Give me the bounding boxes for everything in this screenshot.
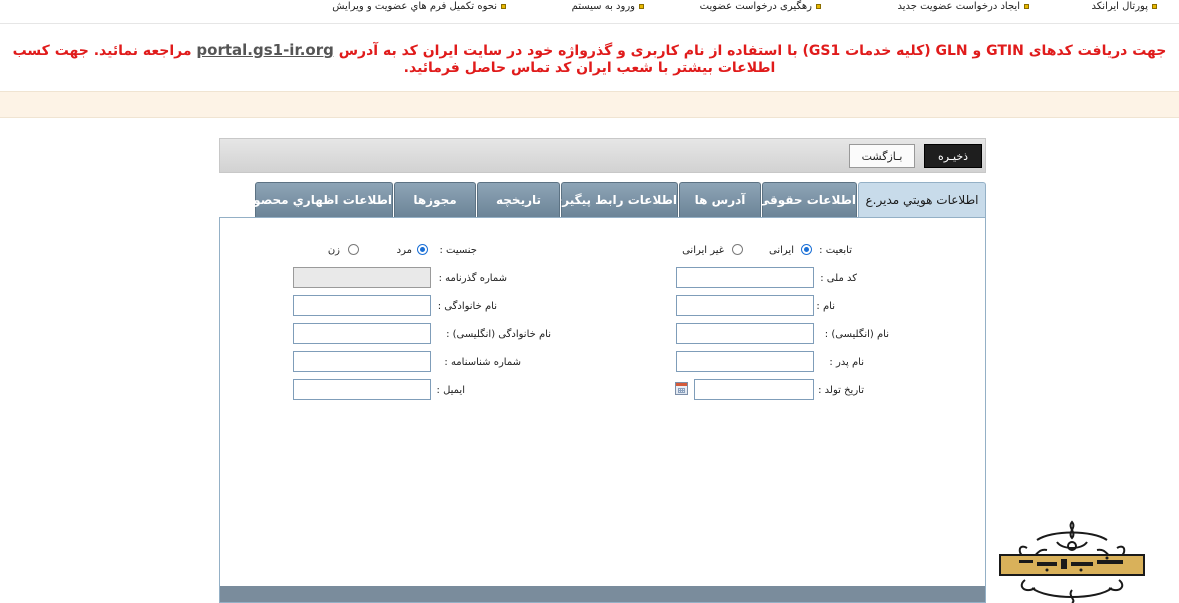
tab-manager-identity[interactable]: اطلاعات هويتي مدير.ع bbox=[858, 182, 986, 218]
first-name-en-label: نام (انگلیسی) : bbox=[824, 329, 889, 340]
site-logo bbox=[999, 520, 1145, 603]
first-name-field[interactable] bbox=[676, 295, 814, 316]
bullet-icon bbox=[816, 3, 821, 9]
tab-licenses[interactable]: مجوزها bbox=[394, 182, 476, 217]
nationality-iranian-radio[interactable] bbox=[801, 244, 812, 255]
gender-female-radio[interactable] bbox=[348, 244, 359, 255]
portal-link[interactable]: portal.gs1-ir.org bbox=[196, 41, 333, 59]
bullet-icon bbox=[639, 3, 644, 9]
id-number-field[interactable] bbox=[293, 351, 431, 372]
last-name-label: نام خانوادگی : bbox=[437, 301, 497, 312]
tab-history[interactable]: تاریخچه bbox=[477, 182, 560, 217]
calendar-icon[interactable] bbox=[675, 382, 688, 395]
form-panel: تابعیت : ایرانی غیر ایرانی کد ملی : نام … bbox=[219, 217, 986, 603]
nationality-iranian-label: ایرانی bbox=[769, 245, 794, 256]
birth-date-field[interactable] bbox=[694, 379, 814, 400]
passport-field bbox=[293, 267, 431, 288]
cream-divider-bar bbox=[0, 91, 1179, 118]
first-name-label: نام : bbox=[816, 301, 835, 312]
gender-label: جنسیت : bbox=[439, 245, 477, 256]
nav-new-membership-link[interactable]: ایجاد درخواست عضویت جدید bbox=[897, 1, 1029, 12]
email-field[interactable] bbox=[293, 379, 431, 400]
email-label: ایمیل : bbox=[436, 385, 465, 396]
nav-login-link[interactable]: ورود به سیستم bbox=[572, 1, 644, 12]
tab-addresses[interactable]: آدرس ها bbox=[679, 182, 761, 217]
tab-contact-person[interactable]: اطلاعات رابط پیگیری bbox=[551, 182, 678, 217]
panel-footer-bar bbox=[220, 586, 985, 602]
back-button[interactable]: بـازگشت bbox=[849, 144, 915, 168]
form-toolbar: ذخیـره بـازگشت bbox=[219, 138, 986, 173]
bullet-icon bbox=[501, 3, 506, 9]
nav-track-request-link[interactable]: رهگیری درخواست عضویت bbox=[700, 1, 821, 12]
last-name-en-label: نام خانوادگی (انگلیسی) : bbox=[446, 329, 551, 340]
first-name-en-field[interactable] bbox=[676, 323, 814, 344]
nationality-foreign-label: غیر ایرانی bbox=[682, 245, 724, 256]
last-name-field[interactable] bbox=[293, 295, 431, 316]
father-name-field[interactable] bbox=[676, 351, 814, 372]
notice-message: جهت دریافت کدهای GTIN و GLN (کلیه خدمات … bbox=[12, 41, 1167, 77]
nationality-label: تابعیت : bbox=[819, 245, 852, 256]
nationality-foreign-radio[interactable] bbox=[732, 244, 743, 255]
tab-product-declaration[interactable]: اطلاعات اظهاري محصول bbox=[243, 182, 393, 217]
tab-legal-info[interactable]: اطلاعات حقوقی bbox=[758, 182, 857, 217]
birth-date-label: تاریخ تولد : bbox=[818, 385, 864, 396]
gender-female-label: زن bbox=[327, 245, 340, 256]
last-name-en-field[interactable] bbox=[293, 323, 431, 344]
nav-guide-link[interactable]: نحوه تکمیل فرم هاي عضويت و ويرايش bbox=[332, 1, 506, 12]
gender-male-label: مرد bbox=[396, 245, 412, 256]
father-name-label: نام پدر : bbox=[829, 357, 864, 368]
passport-label: شماره گذرنامه : bbox=[438, 273, 507, 284]
bullet-icon bbox=[1024, 3, 1029, 9]
bullet-icon bbox=[1152, 3, 1157, 9]
national-code-label: کد ملی : bbox=[820, 273, 857, 284]
nav-portal-link[interactable]: پورتال ایرانکد bbox=[1092, 1, 1157, 12]
gender-male-radio[interactable] bbox=[417, 244, 428, 255]
save-button[interactable]: ذخیـره bbox=[924, 144, 982, 168]
id-number-label: شماره شناسنامه : bbox=[444, 357, 521, 368]
top-navigation: پورتال ایرانکد ایجاد درخواست عضویت جدید … bbox=[0, 0, 1179, 24]
national-code-field[interactable] bbox=[676, 267, 814, 288]
